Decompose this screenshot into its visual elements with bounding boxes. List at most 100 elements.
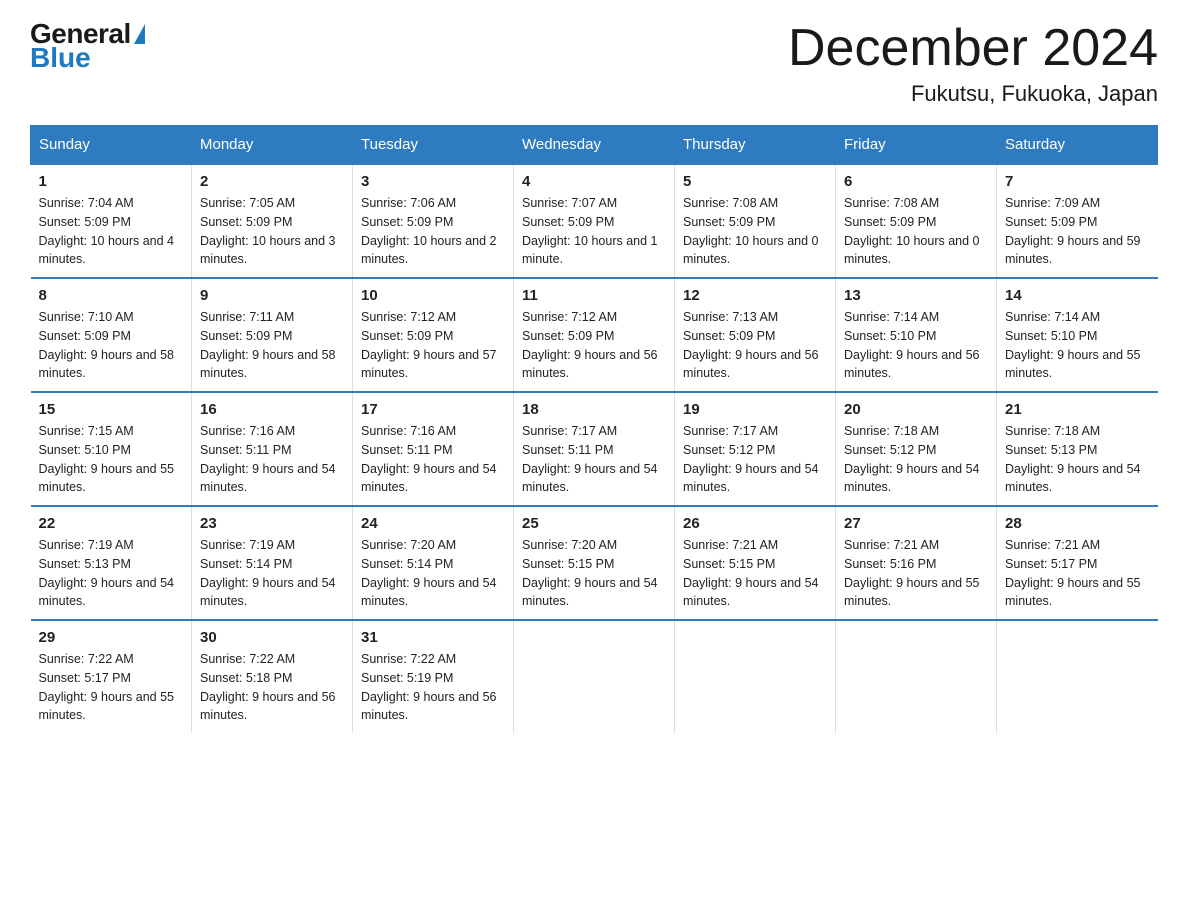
page-title: December 2024	[788, 20, 1158, 77]
day-number: 23	[200, 515, 344, 532]
logo: General Blue	[30, 20, 145, 72]
day-info: Sunrise: 7:04 AMSunset: 5:09 PMDaylight:…	[39, 194, 184, 269]
day-info: Sunrise: 7:21 AMSunset: 5:16 PMDaylight:…	[844, 536, 988, 611]
day-info: Sunrise: 7:11 AMSunset: 5:09 PMDaylight:…	[200, 308, 344, 383]
day-info: Sunrise: 7:16 AMSunset: 5:11 PMDaylight:…	[361, 422, 505, 497]
empty-cell-w4-3	[514, 620, 675, 733]
day-info: Sunrise: 7:22 AMSunset: 5:19 PMDaylight:…	[361, 650, 505, 725]
day-info: Sunrise: 7:22 AMSunset: 5:18 PMDaylight:…	[200, 650, 344, 725]
empty-cell-w4-6	[997, 620, 1158, 733]
day-cell-12: 12Sunrise: 7:13 AMSunset: 5:09 PMDayligh…	[675, 278, 836, 392]
calendar-table: SundayMondayTuesdayWednesdayThursdayFrid…	[30, 125, 1158, 733]
day-number: 30	[200, 629, 344, 646]
day-cell-25: 25Sunrise: 7:20 AMSunset: 5:15 PMDayligh…	[514, 506, 675, 620]
day-info: Sunrise: 7:16 AMSunset: 5:11 PMDaylight:…	[200, 422, 344, 497]
day-number: 10	[361, 287, 505, 304]
day-info: Sunrise: 7:17 AMSunset: 5:12 PMDaylight:…	[683, 422, 827, 497]
day-cell-15: 15 Sunrise: 7:15 AMSunset: 5:10 PMDayligh…	[31, 392, 192, 506]
day-number: 25	[522, 515, 666, 532]
day-cell-18: 18 Sunrise: 7:17 AMSunset: 5:11 PMDayligh…	[514, 392, 675, 506]
day-number: 31	[361, 629, 505, 646]
day-number: 1	[39, 173, 184, 190]
day-cell-27: 27 Sunrise: 7:21 AMSunset: 5:16 PMDayligh…	[836, 506, 997, 620]
week-row-5: 29 Sunrise: 7:22 AMSunset: 5:17 PMDayligh…	[31, 620, 1158, 733]
header-thursday: Thursday	[675, 126, 836, 165]
header-monday: Monday	[192, 126, 353, 165]
day-info: Sunrise: 7:18 AMSunset: 5:13 PMDaylight:…	[1005, 422, 1150, 497]
day-number: 3	[361, 173, 505, 190]
day-cell-1: 1 Sunrise: 7:04 AMSunset: 5:09 PMDaylight…	[31, 164, 192, 278]
header-sunday: Sunday	[31, 126, 192, 165]
page-header: General Blue December 2024 Fukutsu, Fuku…	[30, 20, 1158, 107]
day-cell-11: 11 Sunrise: 7:12 AMSunset: 5:09 PMDayligh…	[514, 278, 675, 392]
day-info: Sunrise: 7:17 AMSunset: 5:11 PMDaylight:…	[522, 422, 666, 497]
header-wednesday: Wednesday	[514, 126, 675, 165]
day-cell-29: 29 Sunrise: 7:22 AMSunset: 5:17 PMDayligh…	[31, 620, 192, 733]
day-number: 16	[200, 401, 344, 418]
day-info: Sunrise: 7:12 AMSunset: 5:09 PMDaylight:…	[361, 308, 505, 383]
day-number: 15	[39, 401, 184, 418]
week-row-4: 22 Sunrise: 7:19 AMSunset: 5:13 PMDayligh…	[31, 506, 1158, 620]
day-number: 2	[200, 173, 344, 190]
day-number: 7	[1005, 173, 1150, 190]
day-number: 26	[683, 515, 827, 532]
day-number: 18	[522, 401, 666, 418]
day-number: 8	[39, 287, 184, 304]
header-friday: Friday	[836, 126, 997, 165]
day-info: Sunrise: 7:08 AMSunset: 5:09 PMDaylight:…	[844, 194, 988, 269]
day-number: 24	[361, 515, 505, 532]
day-cell-8: 8 Sunrise: 7:10 AMSunset: 5:09 PMDaylight…	[31, 278, 192, 392]
day-number: 4	[522, 173, 666, 190]
day-info: Sunrise: 7:19 AMSunset: 5:13 PMDaylight:…	[39, 536, 184, 611]
day-info: Sunrise: 7:13 AMSunset: 5:09 PMDaylight:…	[683, 308, 827, 383]
day-number: 9	[200, 287, 344, 304]
day-info: Sunrise: 7:21 AMSunset: 5:17 PMDaylight:…	[1005, 536, 1150, 611]
logo-blue-text: Blue	[30, 44, 91, 72]
day-info: Sunrise: 7:19 AMSunset: 5:14 PMDaylight:…	[200, 536, 344, 611]
day-cell-4: 4Sunrise: 7:07 AMSunset: 5:09 PMDaylight…	[514, 164, 675, 278]
title-area: December 2024 Fukutsu, Fukuoka, Japan	[788, 20, 1158, 107]
day-number: 11	[522, 287, 666, 304]
day-cell-23: 23 Sunrise: 7:19 AMSunset: 5:14 PMDayligh…	[192, 506, 353, 620]
day-info: Sunrise: 7:08 AMSunset: 5:09 PMDaylight:…	[683, 194, 827, 269]
day-number: 6	[844, 173, 988, 190]
logo-triangle-icon	[134, 24, 145, 44]
day-number: 22	[39, 515, 184, 532]
day-info: Sunrise: 7:21 AMSunset: 5:15 PMDaylight:…	[683, 536, 827, 611]
day-info: Sunrise: 7:18 AMSunset: 5:12 PMDaylight:…	[844, 422, 988, 497]
day-info: Sunrise: 7:06 AMSunset: 5:09 PMDaylight:…	[361, 194, 505, 269]
week-row-3: 15 Sunrise: 7:15 AMSunset: 5:10 PMDayligh…	[31, 392, 1158, 506]
day-cell-14: 14 Sunrise: 7:14 AMSunset: 5:10 PMDayligh…	[997, 278, 1158, 392]
day-info: Sunrise: 7:09 AMSunset: 5:09 PMDaylight:…	[1005, 194, 1150, 269]
day-number: 14	[1005, 287, 1150, 304]
week-row-1: 1 Sunrise: 7:04 AMSunset: 5:09 PMDaylight…	[31, 164, 1158, 278]
week-row-2: 8 Sunrise: 7:10 AMSunset: 5:09 PMDaylight…	[31, 278, 1158, 392]
day-cell-21: 21Sunrise: 7:18 AMSunset: 5:13 PMDayligh…	[997, 392, 1158, 506]
day-number: 20	[844, 401, 988, 418]
day-cell-16: 16 Sunrise: 7:16 AMSunset: 5:11 PMDayligh…	[192, 392, 353, 506]
day-number: 5	[683, 173, 827, 190]
day-info: Sunrise: 7:12 AMSunset: 5:09 PMDaylight:…	[522, 308, 666, 383]
day-number: 19	[683, 401, 827, 418]
header-tuesday: Tuesday	[353, 126, 514, 165]
page-subtitle: Fukutsu, Fukuoka, Japan	[788, 81, 1158, 107]
day-number: 13	[844, 287, 988, 304]
day-number: 17	[361, 401, 505, 418]
day-cell-28: 28Sunrise: 7:21 AMSunset: 5:17 PMDayligh…	[997, 506, 1158, 620]
day-cell-19: 19 Sunrise: 7:17 AMSunset: 5:12 PMDayligh…	[675, 392, 836, 506]
day-cell-2: 2 Sunrise: 7:05 AMSunset: 5:09 PMDaylight…	[192, 164, 353, 278]
day-info: Sunrise: 7:22 AMSunset: 5:17 PMDaylight:…	[39, 650, 184, 725]
empty-cell-w4-4	[675, 620, 836, 733]
day-cell-5: 5 Sunrise: 7:08 AMSunset: 5:09 PMDaylight…	[675, 164, 836, 278]
empty-cell-w4-5	[836, 620, 997, 733]
day-info: Sunrise: 7:10 AMSunset: 5:09 PMDaylight:…	[39, 308, 184, 383]
day-info: Sunrise: 7:05 AMSunset: 5:09 PMDaylight:…	[200, 194, 344, 269]
day-number: 27	[844, 515, 988, 532]
day-cell-30: 30 Sunrise: 7:22 AMSunset: 5:18 PMDayligh…	[192, 620, 353, 733]
day-cell-9: 9 Sunrise: 7:11 AMSunset: 5:09 PMDaylight…	[192, 278, 353, 392]
day-cell-26: 26 Sunrise: 7:21 AMSunset: 5:15 PMDayligh…	[675, 506, 836, 620]
day-cell-6: 6 Sunrise: 7:08 AMSunset: 5:09 PMDaylight…	[836, 164, 997, 278]
day-number: 29	[39, 629, 184, 646]
day-info: Sunrise: 7:15 AMSunset: 5:10 PMDaylight:…	[39, 422, 184, 497]
day-info: Sunrise: 7:14 AMSunset: 5:10 PMDaylight:…	[1005, 308, 1150, 383]
